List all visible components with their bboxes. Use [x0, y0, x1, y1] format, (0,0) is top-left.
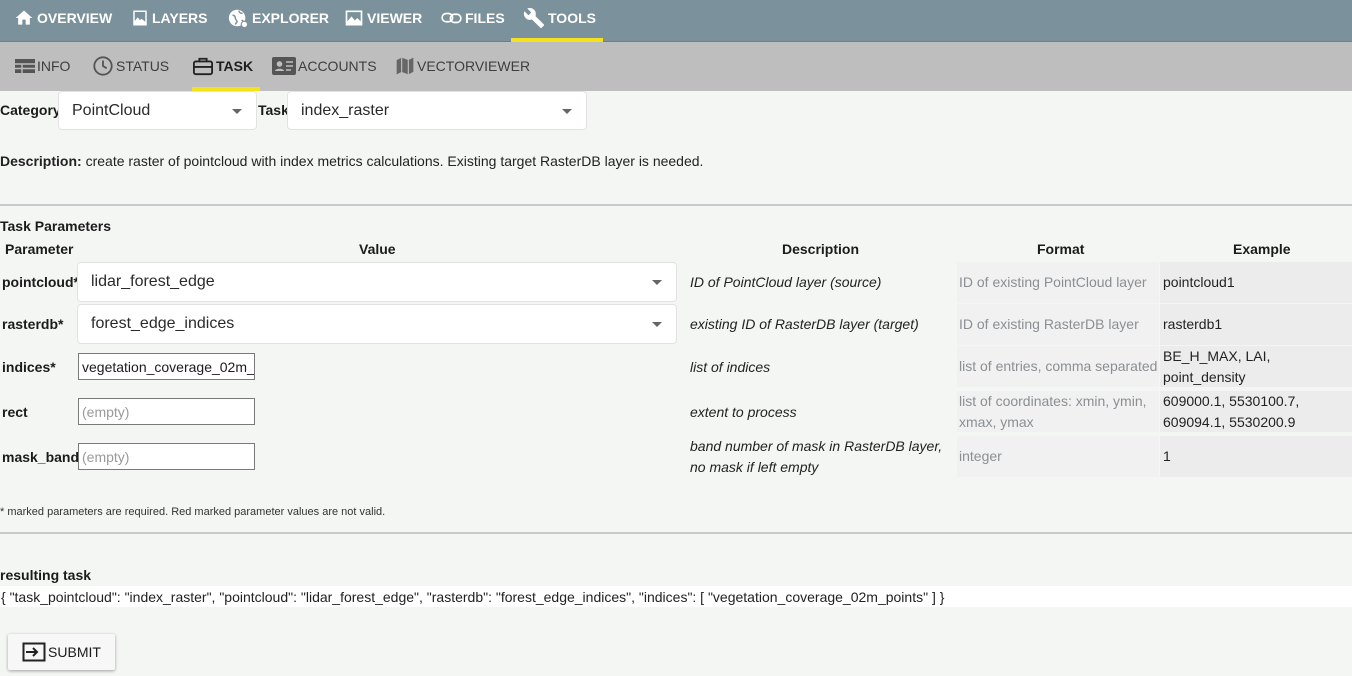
param-name: rect: [2, 404, 28, 420]
category-value: PointCloud: [72, 101, 151, 119]
task-select[interactable]: index_raster: [287, 91, 587, 130]
tab-info[interactable]: INFO: [15, 42, 70, 91]
divider: [0, 204, 1352, 206]
chevron-down-icon: [652, 322, 662, 327]
param-format: ID of existing PointCloud layer: [957, 262, 1159, 303]
chevron-down-icon: [652, 280, 662, 285]
globe-icon: [227, 7, 249, 29]
tab-layers-label: LAYERS: [152, 10, 208, 26]
param-description: list of indices: [690, 358, 771, 375]
header-value: Value: [359, 241, 396, 257]
header-format: Format: [1037, 241, 1085, 257]
clock-icon: [92, 55, 114, 77]
tab-viewer-label: VIEWER: [367, 10, 423, 26]
image-icon: [131, 8, 149, 28]
task-description: Description: create raster of pointcloud…: [0, 153, 703, 169]
table-icon: [15, 58, 35, 74]
param-format: ID of existing RasterDB layer: [957, 304, 1159, 345]
rect-input[interactable]: (empty): [78, 398, 255, 425]
category-label: Category: [0, 102, 61, 118]
tab-task-label: TASK: [216, 58, 254, 74]
tab-accounts[interactable]: ACCOUNTS: [272, 42, 377, 91]
tab-vectorviewer[interactable]: VECTORVIEWER: [395, 42, 530, 91]
param-format: list of entries, comma separated: [957, 346, 1159, 387]
param-format: list of coordinates: xmin, ymin, xmax, y…: [957, 391, 1159, 432]
param-description: extent to process: [690, 403, 797, 420]
tab-files-label: FILES: [465, 10, 505, 26]
param-example: BE_H_MAX, LAI, point_density: [1160, 346, 1352, 387]
tab-info-label: INFO: [37, 58, 71, 74]
photo-icon: [344, 8, 364, 28]
param-name: indices*: [2, 359, 56, 375]
tab-viewer[interactable]: VIEWER: [344, 0, 422, 42]
param-name: rasterdb*: [2, 316, 64, 332]
header-parameter: Parameter: [5, 241, 74, 257]
param-format: integer: [957, 436, 1159, 477]
tab-tools-label: TOOLS: [548, 10, 596, 26]
top-navigation: OVERVIEW LAYERS EXPLORER VIEWER FILES TO…: [0, 0, 1352, 42]
rasterdb-select[interactable]: forest_edge_indices: [77, 304, 677, 344]
tab-layers[interactable]: LAYERS: [131, 0, 208, 42]
task-label: Task: [258, 102, 289, 118]
task-value: index_raster: [301, 101, 390, 119]
tab-tools[interactable]: TOOLS: [511, 0, 603, 42]
tab-explorer-label: EXPLORER: [252, 10, 330, 26]
param-description: ID of PointCloud layer (source): [690, 273, 882, 290]
submit-button[interactable]: SUBMIT: [8, 634, 115, 670]
chevron-down-icon: [232, 108, 242, 114]
param-example: rasterdb1: [1160, 304, 1352, 345]
tab-task[interactable]: TASK: [192, 42, 260, 91]
task-parameters-title: Task Parameters: [0, 218, 112, 234]
briefcase-icon: [192, 56, 214, 76]
chevron-down-icon: [562, 108, 572, 114]
mask-band-input[interactable]: (empty): [78, 443, 255, 470]
header-description: Description: [782, 241, 860, 257]
home-icon: [14, 8, 34, 28]
rasterdb-value: forest_edge_indices: [91, 315, 235, 332]
tab-overview-label: OVERVIEW: [37, 10, 113, 26]
param-description: band number of mask in RasterDB layer, n…: [690, 438, 943, 475]
param-name: mask_band: [2, 449, 80, 465]
resulting-task-json: { "task_pointcloud": "index_raster", "po…: [0, 586, 1352, 607]
link-icon: [441, 11, 462, 25]
param-example: pointcloud1: [1160, 262, 1352, 303]
divider: [0, 532, 1352, 534]
param-example: 1: [1160, 436, 1352, 477]
category-select[interactable]: PointCloud: [58, 91, 257, 130]
wrench-icon: [523, 7, 545, 29]
account-card-icon: [272, 57, 296, 75]
tab-accounts-label: ACCOUNTS: [298, 58, 377, 74]
map-icon: [395, 56, 415, 76]
tab-overview[interactable]: OVERVIEW: [14, 0, 112, 42]
sub-navigation: INFO STATUS TASK ACCOUNTS VECTORVIEWER: [0, 42, 1352, 91]
pointcloud-value: lidar_forest_edge: [91, 273, 215, 290]
submit-label: SUBMIT: [48, 644, 101, 660]
tab-explorer[interactable]: EXPLORER: [227, 0, 329, 42]
resulting-task-label: resulting task: [0, 567, 92, 583]
param-example: 609000.1, 5530100.7, 609094.1, 5530200.9: [1160, 391, 1352, 432]
param-description: existing ID of RasterDB layer (target): [690, 315, 919, 332]
tab-status[interactable]: STATUS: [92, 42, 169, 91]
tab-vectorviewer-label: VECTORVIEWER: [417, 58, 531, 74]
description-label: Description:: [0, 153, 82, 169]
description-text: create raster of pointcloud with index m…: [85, 153, 704, 169]
required-note: * marked parameters are required. Red ma…: [0, 506, 386, 518]
header-example: Example: [1233, 241, 1291, 257]
submit-arrow-icon: [22, 642, 46, 662]
pointcloud-select[interactable]: lidar_forest_edge: [77, 262, 677, 302]
tab-files[interactable]: FILES: [441, 0, 505, 42]
param-name: pointcloud*: [2, 274, 79, 290]
tab-status-label: STATUS: [116, 58, 170, 74]
indices-input[interactable]: vegetation_coverage_02m_: [78, 353, 255, 380]
